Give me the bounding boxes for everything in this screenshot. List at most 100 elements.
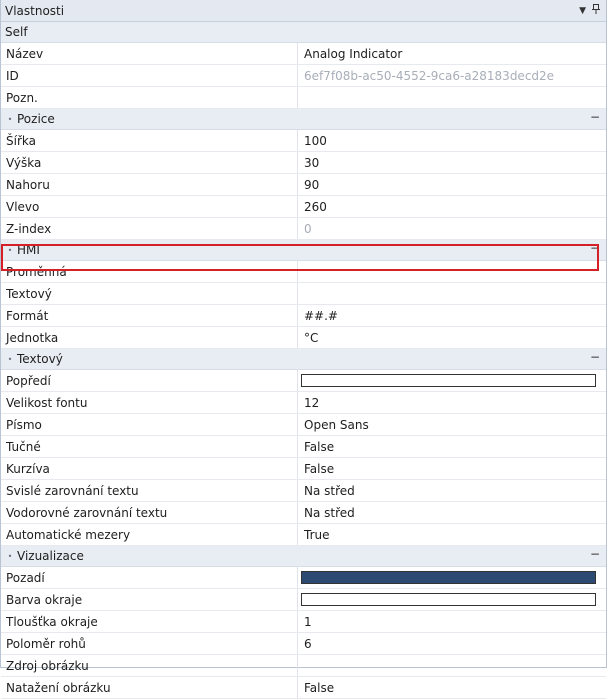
property-row[interactable]: Název Analog Indicator <box>1 43 606 65</box>
property-value[interactable]: 1 <box>298 611 606 632</box>
chevron-down-icon[interactable]: ▼ <box>579 6 586 16</box>
property-value[interactable] <box>298 655 606 676</box>
expand-icon[interactable]: • <box>3 246 17 255</box>
property-row[interactable]: Tloušťka okraje 1 <box>1 611 606 633</box>
category-hmi[interactable]: • HMI − <box>1 240 606 261</box>
property-name: Zdroj obrázku <box>1 655 298 676</box>
property-row[interactable]: Nahoru 90 <box>1 174 606 196</box>
expand-icon[interactable]: • <box>3 552 17 561</box>
property-row[interactable]: Textový <box>1 283 606 305</box>
property-value[interactable]: False <box>298 677 606 698</box>
property-name: Barva okraje <box>1 589 298 610</box>
panel-titlebar: Vlastnosti ▼ <box>1 0 606 22</box>
property-value[interactable] <box>298 567 606 588</box>
property-name: Natažení obrázku <box>1 677 298 698</box>
property-value[interactable]: False <box>298 458 606 479</box>
property-value[interactable]: 90 <box>298 174 606 195</box>
property-row[interactable]: Tučné False <box>1 436 606 458</box>
property-value[interactable] <box>298 370 606 391</box>
property-value[interactable]: True <box>298 524 606 545</box>
property-name: Velikost fontu <box>1 392 298 413</box>
property-value[interactable]: Na střed <box>298 480 606 501</box>
collapse-icon[interactable]: − <box>590 110 600 124</box>
property-row[interactable]: Z-index 0 <box>1 218 606 240</box>
property-value[interactable]: ##.# <box>298 305 606 326</box>
property-row[interactable]: Vodorovné zarovnání textu Na střed <box>1 502 606 524</box>
expand-icon[interactable]: • <box>3 355 17 364</box>
property-row[interactable]: Natažení obrázku False <box>1 677 606 699</box>
property-name: Svislé zarovnání textu <box>1 480 298 501</box>
properties-panel: Vlastnosti ▼ Self Název Analog Indicator ID… <box>0 0 607 699</box>
color-swatch[interactable] <box>301 374 596 387</box>
property-name: Písmo <box>1 414 298 435</box>
property-name: Tloušťka okraje <box>1 611 298 632</box>
property-name: ID <box>1 65 298 86</box>
property-row[interactable]: Výška 30 <box>1 152 606 174</box>
category-textovy[interactable]: • Textový − <box>1 349 606 370</box>
property-value[interactable]: 12 <box>298 392 606 413</box>
color-swatch[interactable] <box>301 593 596 606</box>
category-pozice[interactable]: • Pozice − <box>1 109 606 130</box>
property-name: Textový <box>1 283 298 304</box>
category-self[interactable]: Self <box>1 22 606 43</box>
property-name: Jednotka <box>1 327 298 348</box>
property-name: Pozn. <box>1 87 298 108</box>
property-row[interactable]: Proměnná <box>1 261 606 283</box>
property-row[interactable]: Pozn. <box>1 87 606 109</box>
property-value[interactable] <box>298 261 606 282</box>
category-label: Pozice <box>17 112 55 126</box>
collapse-icon[interactable]: − <box>590 241 600 255</box>
color-swatch[interactable] <box>301 571 596 584</box>
property-name: Nahoru <box>1 174 298 195</box>
panel-title-icons: ▼ <box>579 4 600 17</box>
property-row[interactable]: Písmo Open Sans <box>1 414 606 436</box>
property-value[interactable] <box>298 283 606 304</box>
property-row[interactable]: Barva okraje <box>1 589 606 611</box>
property-row[interactable]: Kurzíva False <box>1 458 606 480</box>
property-value[interactable]: 0 <box>298 218 606 239</box>
property-value[interactable]: 260 <box>298 196 606 217</box>
property-row[interactable]: Poloměr rohů 6 <box>1 633 606 655</box>
category-vizualizace[interactable]: • Vizualizace − <box>1 546 606 567</box>
property-value[interactable]: 6ef7f08b-ac50-4552-9ca6-a28183decd2e <box>298 65 606 86</box>
property-row[interactable]: Automatické mezery True <box>1 524 606 546</box>
property-value[interactable]: False <box>298 436 606 457</box>
panel-title: Vlastnosti <box>5 3 65 18</box>
property-value[interactable]: 6 <box>298 633 606 654</box>
expand-icon[interactable]: • <box>3 115 17 124</box>
category-label: Textový <box>17 352 63 366</box>
property-value[interactable]: Na střed <box>298 502 606 523</box>
property-name: Pozadí <box>1 567 298 588</box>
property-row[interactable]: Pozadí <box>1 567 606 589</box>
collapse-icon[interactable]: − <box>590 547 600 561</box>
category-label: HMI <box>17 243 40 257</box>
property-name: Proměnná <box>1 261 298 282</box>
property-name: Formát <box>1 305 298 326</box>
property-row[interactable]: Jednotka °C <box>1 327 606 349</box>
property-grid: Self Název Analog Indicator ID 6ef7f08b-ac50… <box>1 22 606 699</box>
property-name: Tučné <box>1 436 298 457</box>
property-name: Kurzíva <box>1 458 298 479</box>
property-row[interactable]: Popředí <box>1 370 606 392</box>
property-row[interactable]: Vlevo 260 <box>1 196 606 218</box>
property-value[interactable]: 100 <box>298 130 606 151</box>
property-row[interactable]: Zdroj obrázku <box>1 655 606 677</box>
property-value[interactable]: Open Sans <box>298 414 606 435</box>
property-row[interactable]: Svislé zarovnání textu Na střed <box>1 480 606 502</box>
property-name: Šířka <box>1 130 298 151</box>
pin-icon[interactable] <box>592 4 600 17</box>
property-name: Automatické mezery <box>1 524 298 545</box>
property-row[interactable]: Šířka 100 <box>1 130 606 152</box>
property-value[interactable]: 30 <box>298 152 606 173</box>
property-row[interactable]: Formát ##.# <box>1 305 606 327</box>
property-value[interactable] <box>298 589 606 610</box>
property-value[interactable]: °C <box>298 327 606 348</box>
property-name: Vodorovné zarovnání textu <box>1 502 298 523</box>
property-value[interactable] <box>298 87 606 108</box>
property-value[interactable]: Analog Indicator <box>298 43 606 64</box>
property-row[interactable]: Velikost fontu 12 <box>1 392 606 414</box>
collapse-icon[interactable]: − <box>590 350 600 364</box>
property-name: Popředí <box>1 370 298 391</box>
property-row[interactable]: ID 6ef7f08b-ac50-4552-9ca6-a28183decd2e <box>1 65 606 87</box>
category-label: Self <box>5 25 28 39</box>
